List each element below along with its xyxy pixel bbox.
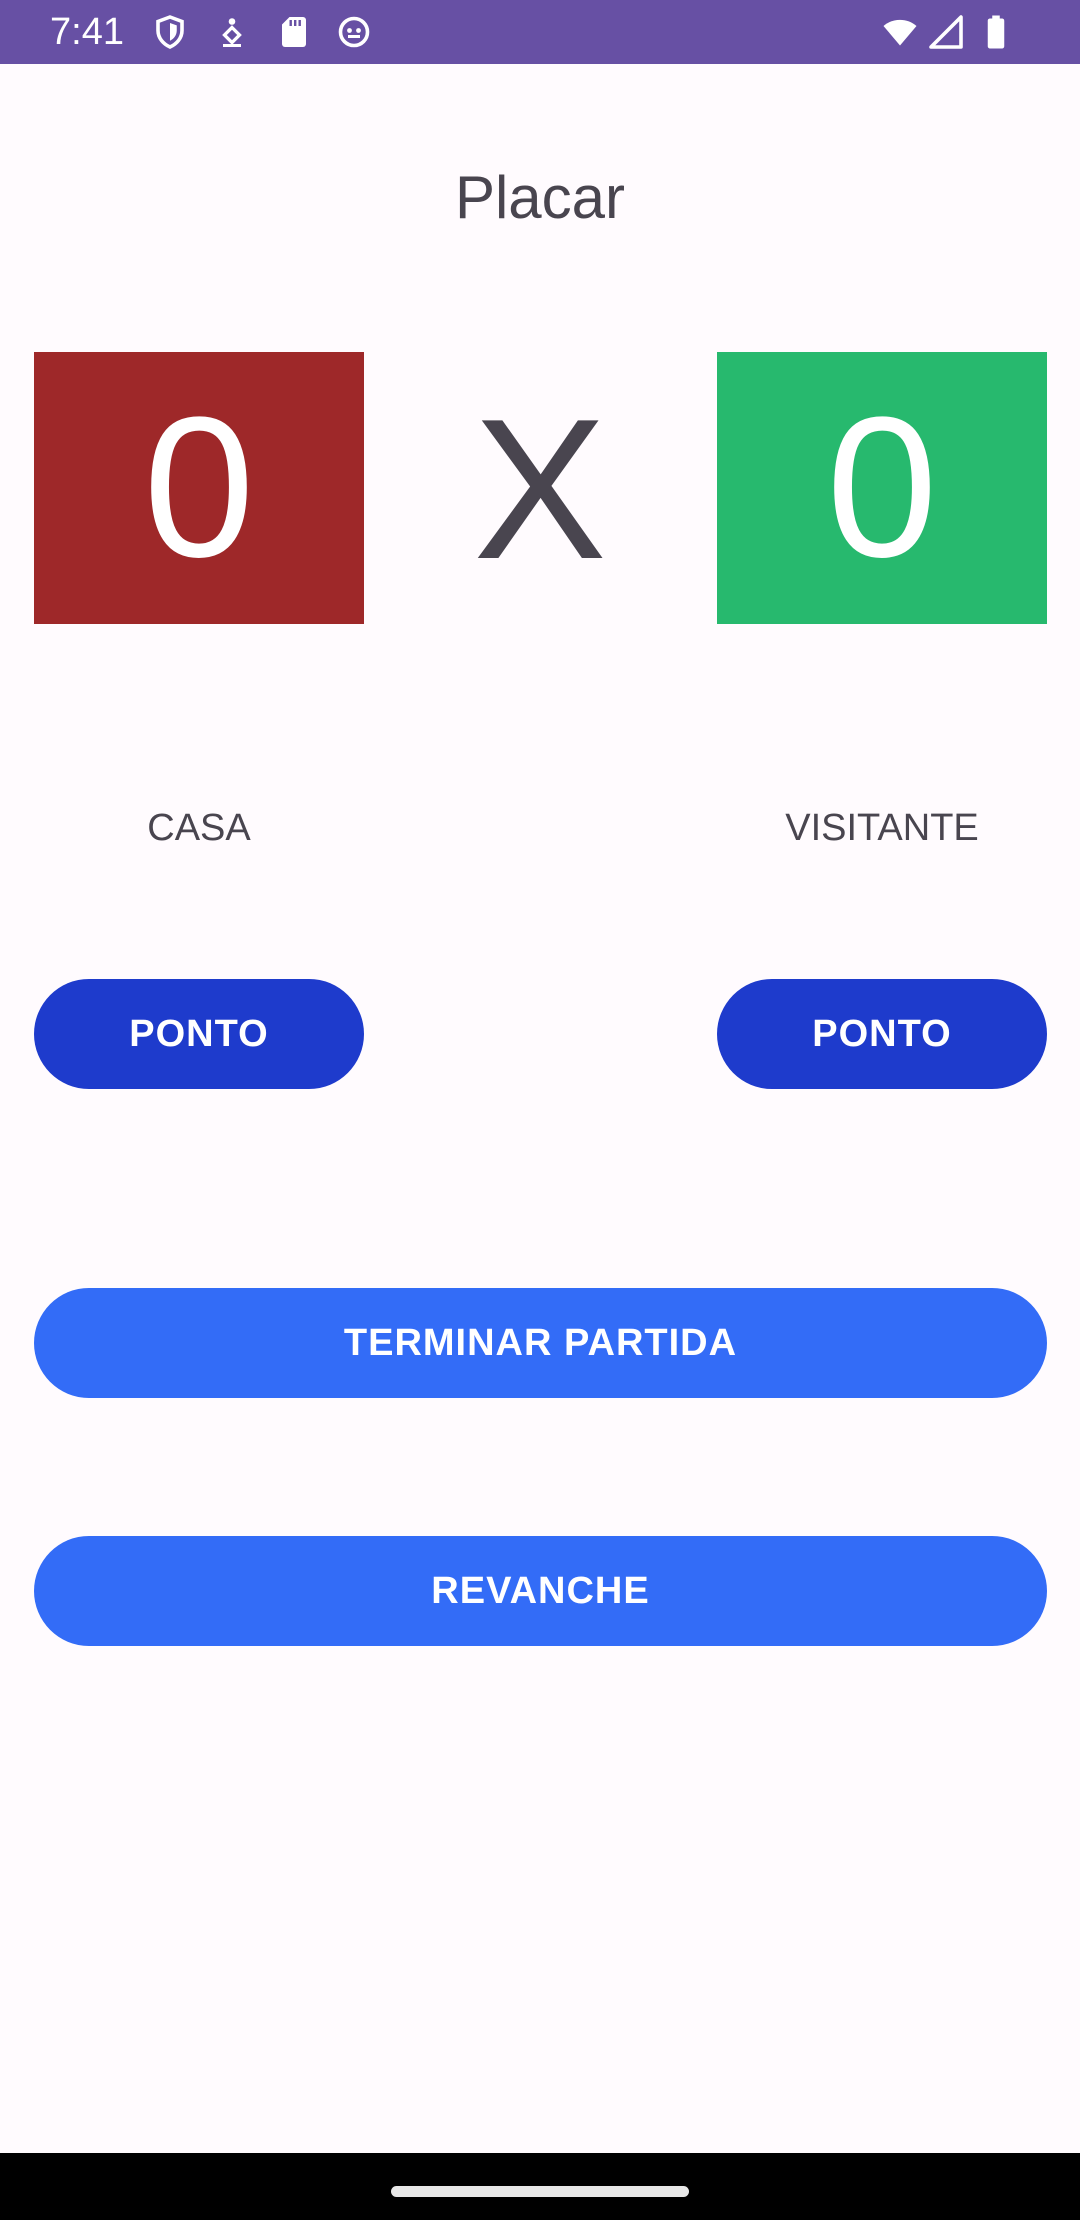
status-time: 7:41 bbox=[50, 11, 124, 53]
accessibility-icon bbox=[214, 14, 250, 50]
wifi-icon bbox=[880, 14, 920, 50]
battery-icon bbox=[978, 14, 1014, 50]
home-score-display: 0 bbox=[34, 352, 364, 624]
end-match-button[interactable]: TERMINAR PARTIDA bbox=[34, 1288, 1047, 1398]
robot-face-icon bbox=[336, 14, 372, 50]
sd-card-icon bbox=[276, 14, 312, 50]
navigation-bar bbox=[0, 2153, 1080, 2220]
rematch-button[interactable]: REVANCHE bbox=[34, 1536, 1047, 1646]
scoreboard-screen: 7:41 Placar 0 X 0 CASA VISITANTE PONTO P… bbox=[0, 0, 1080, 2220]
status-bar: 7:41 bbox=[0, 0, 1080, 64]
versus-separator: X bbox=[473, 378, 607, 601]
cell-signal-icon bbox=[928, 14, 964, 50]
away-score-display: 0 bbox=[717, 352, 1047, 624]
home-team-label: CASA bbox=[147, 807, 251, 849]
away-team-label: VISITANTE bbox=[785, 807, 979, 849]
page-title: Placar bbox=[454, 164, 626, 231]
home-point-button[interactable]: PONTO bbox=[34, 979, 364, 1089]
home-gesture-handle[interactable] bbox=[391, 2186, 689, 2197]
shield-icon bbox=[152, 14, 188, 50]
away-point-button[interactable]: PONTO bbox=[717, 979, 1047, 1089]
